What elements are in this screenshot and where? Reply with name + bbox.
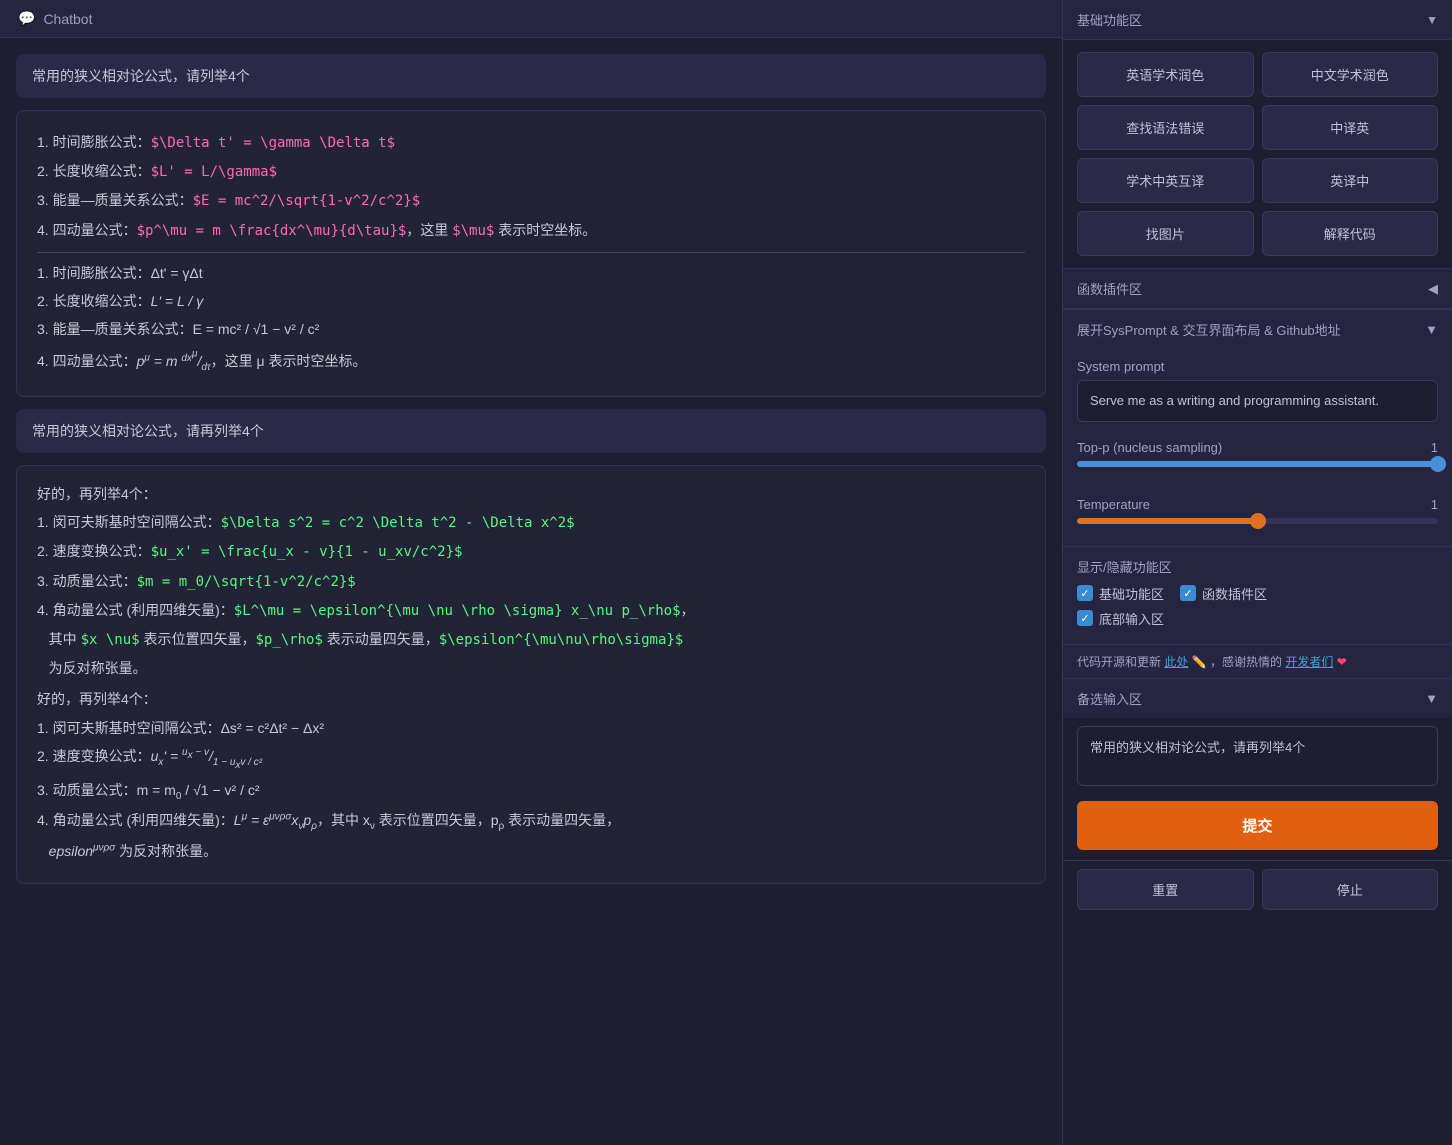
contributors-link[interactable]: 开发者们 xyxy=(1285,655,1333,669)
user-message-1: 常用的狭义相对论公式，请列举4个 xyxy=(16,54,1046,98)
basic-section-arrow[interactable]: ▼ xyxy=(1426,13,1438,27)
assistant-message-2: 好的，再列举4个： 1. 闵可夫斯基时空间隔公式：$\Delta s^2 = c… xyxy=(16,465,1046,884)
btn-cn-to-en[interactable]: 中译英 xyxy=(1262,105,1439,150)
top-p-fill xyxy=(1077,461,1438,467)
temperature-value: 1 xyxy=(1431,497,1438,512)
checkbox-plugin-label: 函数插件区 xyxy=(1202,584,1267,603)
right-panel: 基础功能区 ▼ 英语学术润色 中文学术润色 查找语法错误 中译英 学术中英互译 … xyxy=(1062,0,1452,1145)
chat-title: Chatbot xyxy=(43,11,92,27)
system-prompt-value: Serve me as a writing and programming as… xyxy=(1077,380,1438,422)
checkbox-bottom-box[interactable]: ✓ xyxy=(1077,610,1093,626)
checkbox-row-1: ✓ 基础功能区 ✓ 函数插件区 xyxy=(1077,584,1438,603)
chat-messages: 常用的狭义相对论公式，请列举4个 1. 时间膨胀公式：$\Delta t' = … xyxy=(0,38,1062,1145)
checkbox-bottom[interactable]: ✓ 底部输入区 xyxy=(1077,609,1164,628)
expand-section: 展开SysPrompt & 交互界面布局 & Github地址 ▼ System… xyxy=(1063,309,1452,678)
checkbox-basic[interactable]: ✓ 基础功能区 xyxy=(1077,584,1164,603)
user-text-2: 常用的狭义相对论公式，请再列举4个 xyxy=(32,423,264,439)
rendered-2: 2. 长度收缩公式：L' = L / γ xyxy=(37,289,1025,314)
expand-arrow[interactable]: ▼ xyxy=(1425,322,1438,337)
expand-label: 展开SysPrompt & 交互界面布局 & Github地址 xyxy=(1077,320,1341,339)
submit-button[interactable]: 提交 xyxy=(1077,801,1438,850)
source-link[interactable]: 此处 xyxy=(1164,655,1188,669)
chat-header: 💬 Chatbot xyxy=(0,0,1062,38)
btn-en-academic[interactable]: 英语学术润色 xyxy=(1077,52,1254,97)
rendered-4: 4. 四动量公式：pμ = m dxμ/dτ，这里 μ 表示时空坐标。 xyxy=(37,345,1025,377)
system-prompt-area: System prompt Serve me as a writing and … xyxy=(1063,349,1452,432)
top-p-track[interactable] xyxy=(1077,461,1438,467)
alt-input-header: 备选输入区 ▼ xyxy=(1063,679,1452,718)
checkbox-row-2: ✓ 底部输入区 xyxy=(1077,609,1438,628)
reset-button[interactable]: 重置 xyxy=(1077,869,1254,910)
btn-grammar-check[interactable]: 查找语法错误 xyxy=(1077,105,1254,150)
alt-input-arrow[interactable]: ▼ xyxy=(1425,691,1438,706)
basic-section-header: 基础功能区 ▼ xyxy=(1063,0,1452,40)
pencil-icon: ✏️ xyxy=(1192,655,1207,669)
temperature-track[interactable] xyxy=(1077,518,1438,524)
formula-block-3: 3. 能量—质量关系公式：$E = mc^2/\sqrt{1-v^2/c^2}$ xyxy=(37,188,1025,214)
show-hide-label: 显示/隐藏功能区 xyxy=(1077,557,1438,576)
plugin-label: 函数插件区 xyxy=(1077,279,1142,298)
user-message-2: 常用的狭义相对论公式，请再列举4个 xyxy=(16,409,1046,453)
response2-intro2: 好的，再列举4个： xyxy=(37,687,1025,712)
source-text: 代码开源和更新 xyxy=(1077,655,1161,669)
checkbox-plugin-box[interactable]: ✓ xyxy=(1180,585,1196,601)
btn-academic-mutual[interactable]: 学术中英互译 xyxy=(1077,158,1254,203)
btn-cn-academic[interactable]: 中文学术润色 xyxy=(1262,52,1439,97)
alt-input-textarea[interactable]: 常用的狭义相对论公式，请再列举4个 xyxy=(1077,726,1438,786)
checkbox-basic-label: 基础功能区 xyxy=(1099,584,1164,603)
rendered-3: 3. 能量—质量关系公式：E = mc² / √1 − v² / c² xyxy=(37,317,1025,342)
top-p-section: Top-p (nucleus sampling) 1 xyxy=(1063,432,1452,489)
alt-input-label: 备选输入区 xyxy=(1077,689,1142,708)
formula-block-2: 2. 长度收缩公式：$L' = L/\gamma$ xyxy=(37,159,1025,185)
checkbox-plugin[interactable]: ✓ 函数插件区 xyxy=(1180,584,1267,603)
assistant-message-1: 1. 时间膨胀公式：$\Delta t' = \gamma \Delta t$ … xyxy=(16,110,1046,397)
btn-en-to-cn[interactable]: 英译中 xyxy=(1262,158,1439,203)
formula-block-1: 1. 时间膨胀公式：$\Delta t' = \gamma \Delta t$ xyxy=(37,130,1025,156)
btn-explain-code[interactable]: 解释代码 xyxy=(1262,211,1439,256)
chat-icon: 💬 xyxy=(18,10,35,27)
temperature-thumb[interactable] xyxy=(1250,513,1266,529)
temperature-fill xyxy=(1077,518,1258,524)
top-p-label: Top-p (nucleus sampling) xyxy=(1077,440,1222,455)
rendered-1: 1. 时间膨胀公式：Δt' = γΔt xyxy=(37,261,1025,286)
btn-find-image[interactable]: 找图片 xyxy=(1077,211,1254,256)
top-p-value: 1 xyxy=(1431,440,1438,455)
left-panel: 💬 Chatbot 常用的狭义相对论公式，请列举4个 1. 时间膨胀公式：$\D… xyxy=(0,0,1062,1145)
bottom-buttons: 重置 停止 xyxy=(1063,860,1452,918)
expand-header: 展开SysPrompt & 交互界面布局 & Github地址 ▼ xyxy=(1063,310,1452,349)
temperature-section: Temperature 1 xyxy=(1063,489,1452,546)
top-p-thumb[interactable] xyxy=(1430,456,1446,472)
show-hide-section: 显示/隐藏功能区 ✓ 基础功能区 ✓ 函数插件区 ✓ 底部输入区 xyxy=(1063,546,1452,644)
source-link-row: 代码开源和更新 此处 ✏️ ，感谢热情的 开发者们 ❤ xyxy=(1063,644,1452,678)
checkbox-bottom-label: 底部输入区 xyxy=(1099,609,1164,628)
user-text-1: 常用的狭义相对论公式，请列举4个 xyxy=(32,68,250,84)
heart-icon: ❤ xyxy=(1337,655,1347,669)
alt-input-section: 备选输入区 ▼ 常用的狭义相对论公式，请再列举4个 提交 xyxy=(1063,678,1452,860)
temperature-label: Temperature xyxy=(1077,497,1150,512)
top-p-label-row: Top-p (nucleus sampling) 1 xyxy=(1077,440,1438,455)
stop-button[interactable]: 停止 xyxy=(1262,869,1439,910)
response2-intro: 好的，再列举4个： xyxy=(37,482,1025,507)
checkbox-basic-box[interactable]: ✓ xyxy=(1077,585,1093,601)
temperature-label-row: Temperature 1 xyxy=(1077,497,1438,512)
plugin-section: 函数插件区 ◀ xyxy=(1063,268,1452,309)
system-prompt-label: System prompt xyxy=(1077,359,1438,374)
thanks-text: ，感谢热情的 xyxy=(1210,655,1282,669)
basic-btn-grid: 英语学术润色 中文学术润色 查找语法错误 中译英 学术中英互译 英译中 找图片 … xyxy=(1063,40,1452,268)
plugin-arrow[interactable]: ◀ xyxy=(1428,281,1438,297)
basic-section-label: 基础功能区 xyxy=(1077,10,1142,29)
formula-block-4: 4. 四动量公式：$p^\mu = m \frac{dx^\mu}{d\tau}… xyxy=(37,218,1025,244)
